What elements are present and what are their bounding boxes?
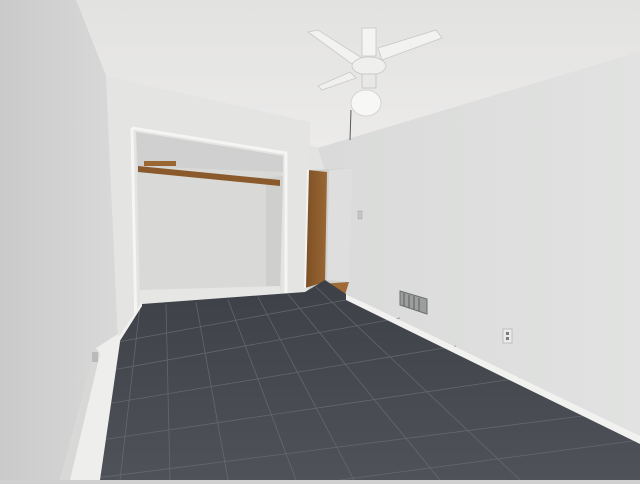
doorway	[304, 168, 353, 295]
room-illustration	[0, 0, 640, 481]
wall-outlet	[502, 328, 513, 344]
light-globe	[350, 89, 382, 117]
fan-motor	[351, 56, 387, 76]
shelf-bracket	[144, 161, 176, 166]
light-switch	[357, 210, 363, 220]
fan-downrod	[361, 27, 377, 57]
room-scene	[0, 0, 640, 481]
light-fitting	[361, 73, 377, 89]
